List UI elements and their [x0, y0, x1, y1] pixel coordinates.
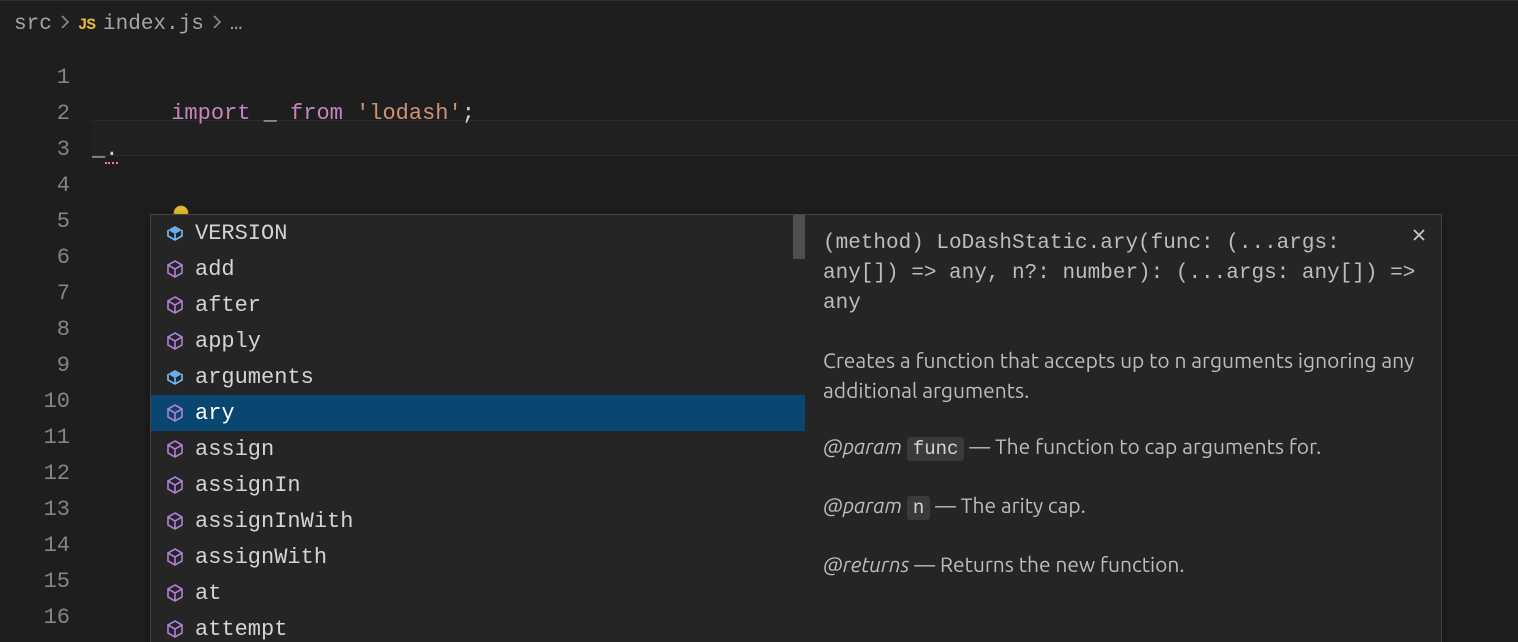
breadcrumb-symbol[interactable]: … [230, 13, 243, 36]
method-icon [165, 439, 185, 459]
line-number: 16 [0, 600, 92, 636]
suggest-item-ary[interactable]: ary [151, 395, 805, 431]
suggest-item-label: ary [195, 401, 791, 426]
doc-param-desc: The function to cap arguments for. [995, 434, 1321, 458]
suggest-item-assign[interactable]: assign [151, 431, 805, 467]
breadcrumb-folder[interactable]: src [14, 13, 52, 36]
suggest-item-label: assign [195, 437, 791, 462]
method-icon [165, 583, 185, 603]
line-number: 6 [0, 240, 92, 276]
suggest-item-apply[interactable]: apply [151, 323, 805, 359]
doc-param-desc: The arity cap. [961, 493, 1086, 517]
line-number: 8 [0, 312, 92, 348]
dot-operator: . [105, 137, 118, 164]
code-line[interactable]: _. [92, 132, 1518, 168]
suggest-item-label: at [195, 581, 791, 606]
doc-tag-param: @param [823, 493, 902, 517]
chevron-right-icon [212, 15, 222, 34]
line-number: 4 [0, 168, 92, 204]
line-number: 3 [0, 132, 92, 168]
suggest-item-arguments[interactable]: arguments [151, 359, 805, 395]
identifier: _ [92, 137, 105, 162]
method-icon [165, 259, 185, 279]
method-icon [165, 295, 185, 315]
doc-returns-row: @returns — Returns the new function. [823, 549, 1423, 579]
doc-returns-desc: Returns the new function. [940, 552, 1185, 576]
doc-param-name: func [907, 437, 965, 461]
line-number: 2 [0, 96, 92, 132]
doc-param-row: @param func — The function to cap argume… [823, 431, 1423, 464]
suggest-item-assignIn[interactable]: assignIn [151, 467, 805, 503]
suggest-item-assignInWith[interactable]: assignInWith [151, 503, 805, 539]
suggest-item-label: add [195, 257, 791, 282]
code-line[interactable]: import _ from 'lodash'; [92, 60, 1518, 96]
suggest-item-after[interactable]: after [151, 287, 805, 323]
field-icon [165, 223, 185, 243]
doc-tag-returns: @returns [823, 552, 909, 576]
suggest-item-assignWith[interactable]: assignWith [151, 539, 805, 575]
method-icon [165, 547, 185, 567]
code-line[interactable] [92, 168, 1518, 204]
line-number: 9 [0, 348, 92, 384]
line-number: 14 [0, 528, 92, 564]
doc-param-row: @param n — The arity cap. [823, 490, 1423, 523]
suggest-item-VERSION[interactable]: VERSION [151, 215, 805, 251]
breadcrumb[interactable]: src JS index.js … [0, 0, 1518, 48]
suggest-item-label: VERSION [195, 221, 791, 246]
line-number: 7 [0, 276, 92, 312]
suggest-item-label: assignInWith [195, 509, 791, 534]
line-number-gutter: 12345678910111213141516 [0, 48, 92, 642]
suggest-item-attempt[interactable]: attempt [151, 611, 805, 642]
suggest-item-add[interactable]: add [151, 251, 805, 287]
suggest-item-label: assignWith [195, 545, 791, 570]
suggest-item-label: arguments [195, 365, 791, 390]
editor-area[interactable]: 12345678910111213141516 import _ from 'l… [0, 48, 1518, 642]
chevron-right-icon [60, 15, 70, 34]
breadcrumb-file[interactable]: index.js [103, 13, 204, 36]
suggest-item-label: attempt [195, 617, 791, 642]
doc-description: Creates a function that accepts up to n … [823, 345, 1423, 405]
line-number: 1 [0, 60, 92, 96]
line-number: 15 [0, 564, 92, 600]
doc-tag-param: @param [823, 434, 902, 458]
method-icon [165, 403, 185, 423]
method-icon [165, 331, 185, 351]
suggest-item-label: assignIn [195, 473, 791, 498]
code-line[interactable] [92, 96, 1518, 132]
method-icon [165, 511, 185, 531]
suggest-list[interactable]: VERSION add after apply arguments ary assign as… [151, 215, 805, 642]
method-icon [165, 475, 185, 495]
line-number: 11 [0, 420, 92, 456]
doc-signature: (method) LoDashStatic.ary(func: (...args… [823, 229, 1423, 319]
line-number: 12 [0, 456, 92, 492]
line-number: 10 [0, 384, 92, 420]
close-icon[interactable] [1407, 223, 1431, 247]
suggest-item-label: apply [195, 329, 791, 354]
field-icon [165, 367, 185, 387]
doc-param-name: n [907, 496, 930, 520]
js-file-icon: JS [78, 16, 95, 34]
method-icon [165, 619, 185, 639]
line-number: 5 [0, 204, 92, 240]
line-number: 13 [0, 492, 92, 528]
intellisense-suggest-widget[interactable]: VERSION add after apply arguments ary assign as… [150, 214, 1442, 642]
suggest-item-at[interactable]: at [151, 575, 805, 611]
suggest-documentation-panel: (method) LoDashStatic.ary(func: (...args… [805, 215, 1441, 642]
suggest-item-label: after [195, 293, 791, 318]
scrollbar-thumb[interactable] [793, 215, 805, 259]
